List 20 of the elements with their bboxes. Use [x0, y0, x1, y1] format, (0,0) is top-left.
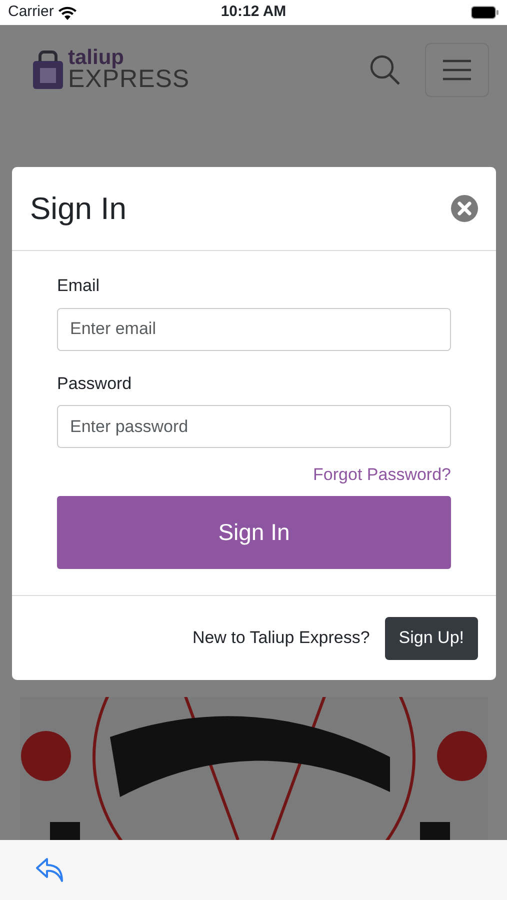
input-field[interactable]: Enter password — [57, 405, 451, 448]
field-label: Email — [57, 275, 100, 297]
signup-prompt: New to Taliup Express? — [192, 627, 370, 650]
sign-in-button[interactable]: Sign In — [57, 496, 451, 569]
carrier-name: Carrier — [8, 2, 54, 22]
battery-icon — [471, 6, 499, 19]
wifi-icon — [58, 6, 77, 20]
sign-up-button[interactable]: Sign Up! — [384, 616, 478, 660]
menu-icon — [442, 59, 472, 81]
clock-time: 10:12 AM — [220, 2, 286, 22]
search-icon[interactable] — [369, 54, 401, 86]
modal-title: Sign In — [30, 190, 127, 228]
forgot-password-link[interactable]: Forgot Password? — [313, 465, 451, 484]
logo-text: EXPRESS — [68, 67, 190, 91]
close-icon[interactable] — [451, 195, 478, 222]
field-label: Password — [57, 372, 132, 394]
input-field[interactable]: Enter email — [57, 308, 451, 350]
reply-icon[interactable] — [35, 857, 65, 883]
menu-button[interactable] — [425, 43, 489, 97]
logo-text: taliup — [68, 49, 125, 67]
